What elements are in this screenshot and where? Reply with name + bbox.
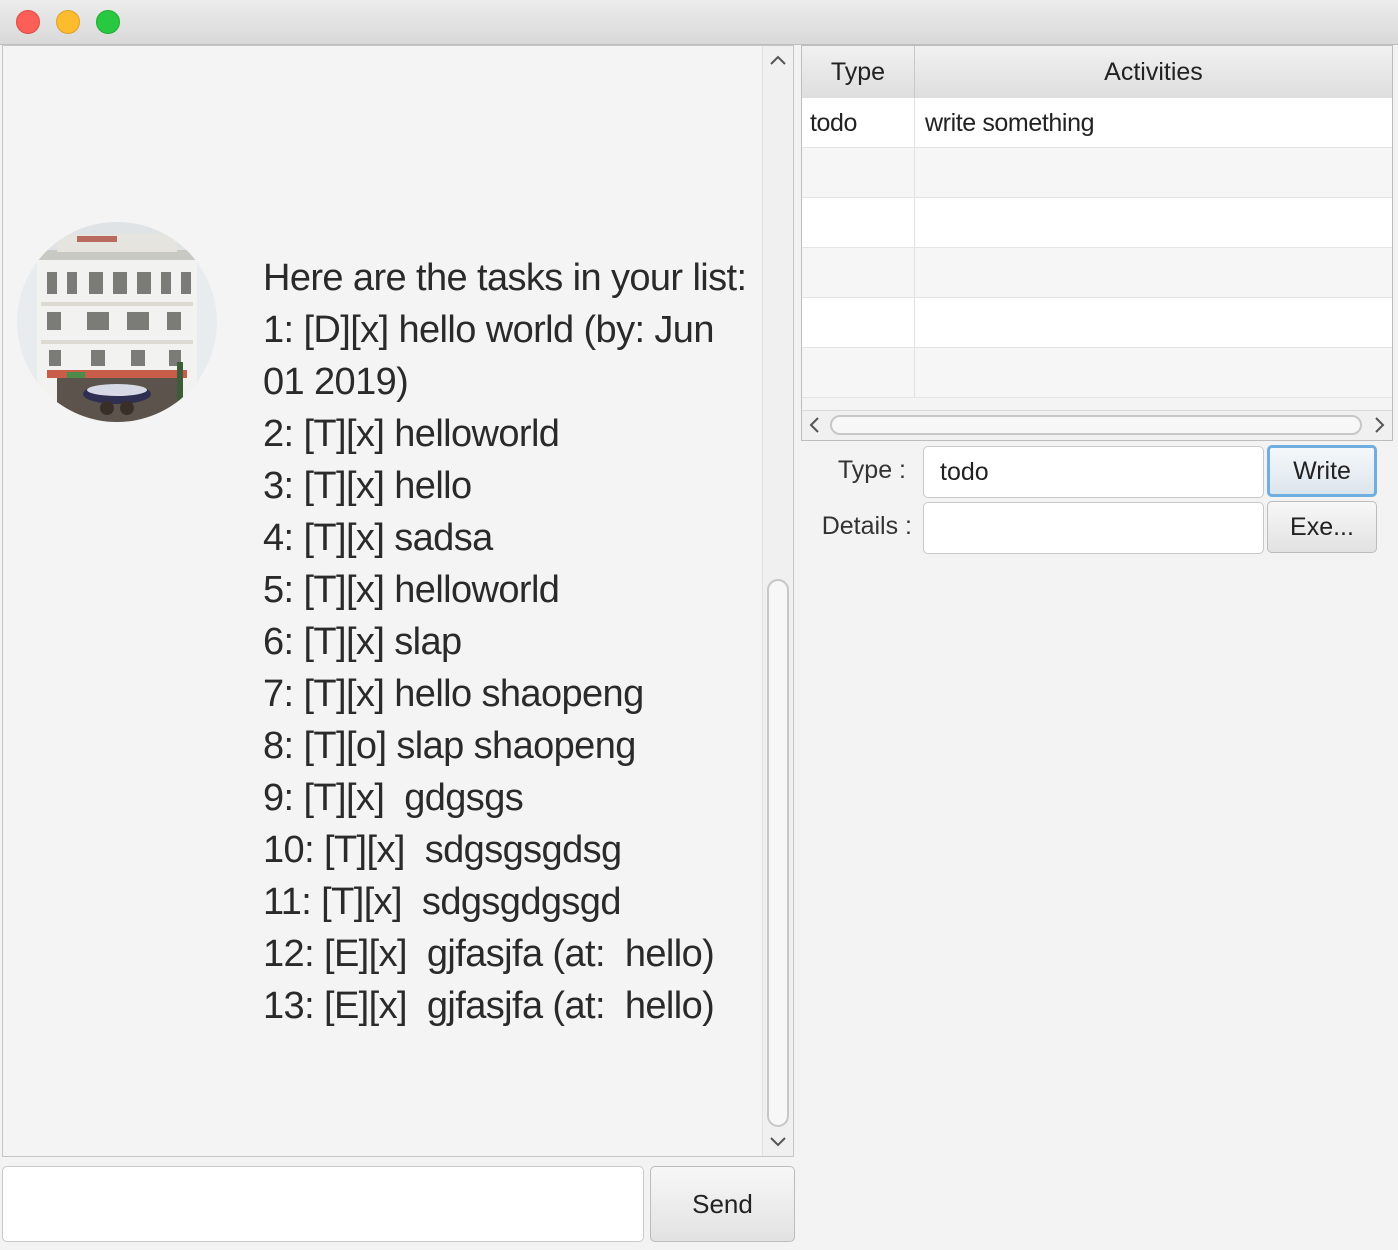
details-field[interactable] [923, 502, 1264, 554]
column-header-activities[interactable]: Activities [915, 46, 1392, 98]
message-line: 7: [T][x] hello shaopeng [263, 673, 644, 715]
table-header: Type Activities [802, 46, 1392, 99]
message-line: 13: [E][x] gjfasjfa (at: hello) [263, 985, 715, 1027]
bot-message: Here are the tasks in your list: 1: [D][… [263, 252, 763, 1032]
cell-type [802, 248, 915, 298]
dialog-scroll-pane[interactable]: Here are the tasks in your list: 1: [D][… [2, 45, 794, 1157]
send-button[interactable]: Send [650, 1166, 795, 1242]
activities-table[interactable]: Type Activities todo write something [801, 45, 1393, 441]
message-line: 3: [T][x] hello [263, 465, 472, 507]
empty-table-row [802, 148, 1392, 198]
close-window-button[interactable] [16, 10, 40, 34]
message-line: 5: [T][x] helloworld [263, 569, 560, 611]
minimize-window-button[interactable] [56, 10, 80, 34]
execute-button[interactable]: Exe... [1267, 501, 1377, 553]
empty-table-row [802, 298, 1392, 348]
horizontal-scrollbar[interactable] [802, 410, 1392, 440]
app-window: Here are the tasks in your list: 1: [D][… [0, 0, 1398, 1250]
cell-type [802, 198, 915, 248]
message-line: 10: [T][x] sdgsgsgdsg [263, 829, 622, 871]
message-line: 8: [T][o] slap shaopeng [263, 725, 636, 767]
title-bar[interactable] [0, 0, 1398, 45]
message-line: 12: [E][x] gjfasjfa (at: hello) [263, 933, 715, 975]
building-photo-image [17, 222, 217, 422]
horizontal-scroll-thumb[interactable] [830, 415, 1362, 435]
cell-activity: write something [925, 109, 1095, 137]
type-label: Type : [837, 456, 906, 484]
cell-type [802, 298, 915, 348]
vertical-scroll-thumb[interactable] [767, 579, 789, 1127]
type-field[interactable]: todo [923, 446, 1264, 498]
cell-type: todo [802, 98, 915, 148]
message-line: 4: [T][x] sadsa [263, 517, 493, 559]
message-line: 9: [T][x] gdgsgs [263, 777, 524, 819]
user-input-field[interactable] [2, 1166, 644, 1242]
column-header-type[interactable]: Type [802, 46, 915, 98]
chevron-right-icon[interactable] [1368, 411, 1392, 439]
chevron-left-icon[interactable] [802, 411, 826, 439]
write-button[interactable]: Write [1267, 445, 1377, 497]
message-line: Here are the tasks in your list: [263, 257, 747, 299]
empty-table-row [802, 348, 1392, 398]
message-line: 1: [D][x] hello world (by: Jun 01 2019) [263, 309, 714, 403]
message-line: 11: [T][x] sdgsgdgsgd [263, 881, 621, 923]
vertical-scrollbar[interactable] [762, 46, 793, 1156]
message-line: 2: [T][x] helloworld [263, 413, 560, 455]
empty-table-row [802, 248, 1392, 298]
chevron-down-icon[interactable] [763, 1128, 793, 1156]
empty-table-row [802, 198, 1392, 248]
cell-type [802, 148, 915, 198]
chevron-up-icon[interactable] [763, 46, 793, 74]
message-line: 6: [T][x] slap [263, 621, 462, 663]
maximize-window-button[interactable] [96, 10, 120, 34]
details-label: Details : [821, 512, 912, 540]
table-row[interactable]: todo write something [802, 98, 1392, 148]
cell-type [802, 348, 915, 398]
bot-avatar [17, 222, 217, 422]
